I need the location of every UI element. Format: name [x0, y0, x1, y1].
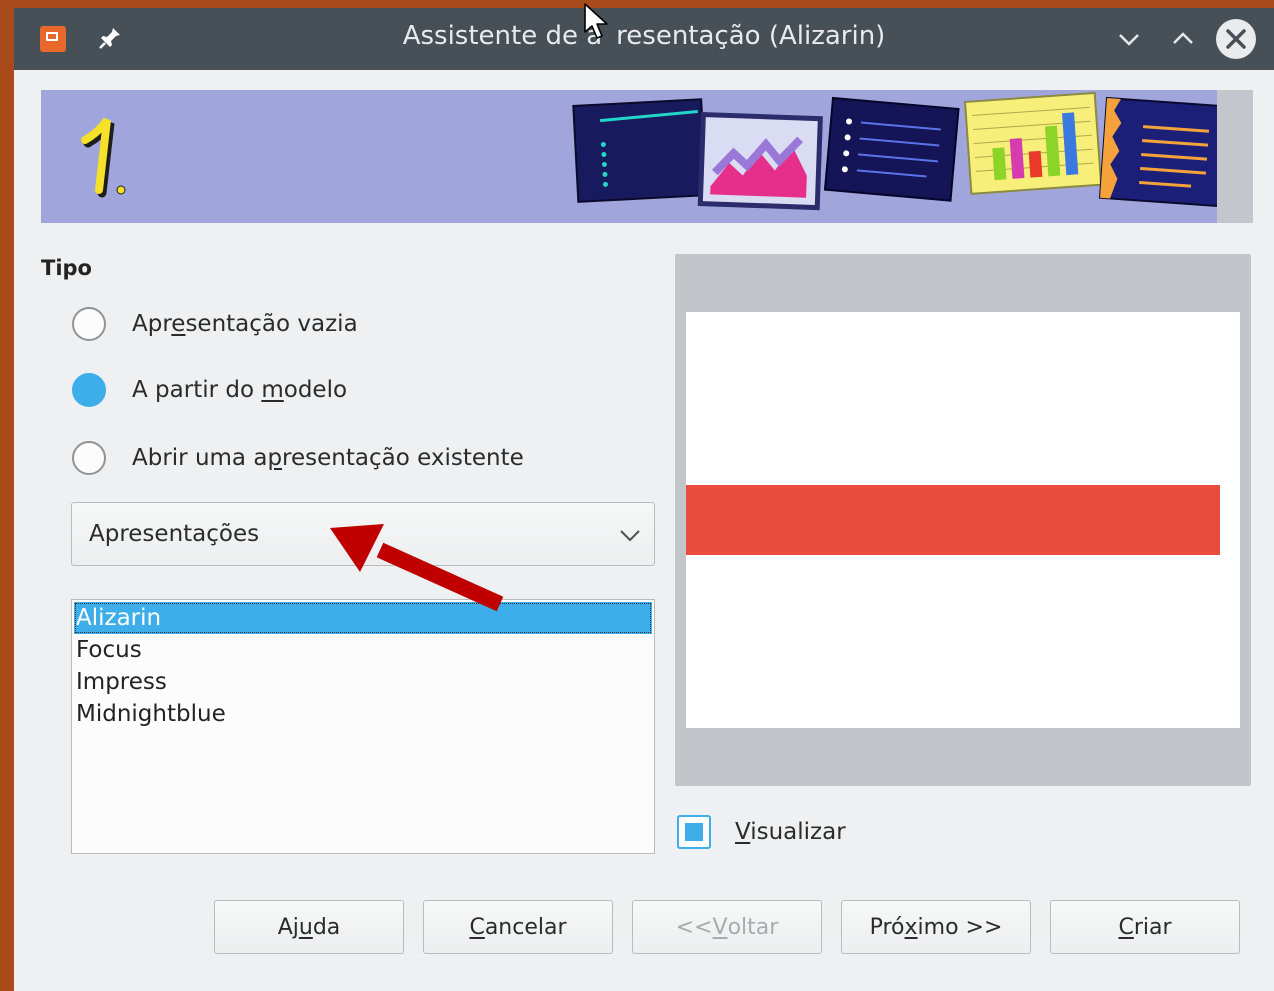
- preview-toggle[interactable]: Visualizar: [677, 812, 846, 852]
- radio-label: A partir do modelo: [132, 377, 348, 403]
- title-bar[interactable]: Assistente de a resentação (Alizarin): [14, 8, 1274, 70]
- help-button[interactable]: Aj u da: [214, 900, 404, 954]
- preview-title-bar: [686, 485, 1220, 555]
- list-item[interactable]: Midnightblue: [74, 698, 652, 730]
- radio-label: Abrir uma apresentação existente: [132, 445, 524, 471]
- chevron-down-icon[interactable]: [1112, 22, 1146, 56]
- radio-button[interactable]: [72, 307, 106, 341]
- radio-open-existing[interactable]: Abrir uma apresentação existente: [72, 438, 524, 478]
- preview-checkbox[interactable]: [677, 815, 711, 849]
- preview-slide: [686, 312, 1240, 728]
- slides-illustration: [572, 91, 1230, 211]
- radio-empty-presentation[interactable]: Apresentação vazia: [72, 304, 358, 344]
- cancel-button[interactable]: Cancelar: [423, 900, 613, 954]
- template-category-dropdown[interactable]: Apresentações: [71, 502, 655, 566]
- preview-panel: [675, 254, 1251, 786]
- window-title: Assistente de a resentação (Alizarin): [402, 21, 886, 51]
- back-button[interactable]: << Voltar: [632, 900, 822, 954]
- radio-button[interactable]: [72, 441, 106, 475]
- presentation-wizard-window: Assistente de a resentação (Alizarin) Ti…: [14, 8, 1274, 991]
- chevron-up-icon[interactable]: [1166, 22, 1200, 56]
- mouse-cursor-icon: [584, 3, 608, 39]
- chevron-down-icon: [620, 530, 640, 542]
- dropdown-value: Apresentações: [89, 521, 260, 547]
- template-list[interactable]: Alizarin Focus Impress Midnightblue: [71, 599, 655, 854]
- wizard-banner: [41, 90, 1253, 223]
- radio-from-template[interactable]: A partir do modelo: [72, 370, 347, 410]
- step-number-graphic: [81, 117, 126, 198]
- list-item-selected[interactable]: Alizarin: [74, 602, 652, 634]
- radio-button-checked[interactable]: [72, 373, 106, 407]
- type-section-label: Tipo: [41, 256, 92, 280]
- close-icon[interactable]: [1216, 19, 1256, 59]
- radio-label: Apresentação vazia: [132, 311, 358, 337]
- create-button[interactable]: Criar: [1050, 900, 1240, 954]
- list-item[interactable]: Impress: [74, 666, 652, 698]
- list-item[interactable]: Focus: [74, 634, 652, 666]
- banner-edge-strip: [1217, 90, 1253, 223]
- preview-checkbox-label: Visualizar: [735, 819, 846, 845]
- next-button[interactable]: Pró x imo >>: [841, 900, 1031, 954]
